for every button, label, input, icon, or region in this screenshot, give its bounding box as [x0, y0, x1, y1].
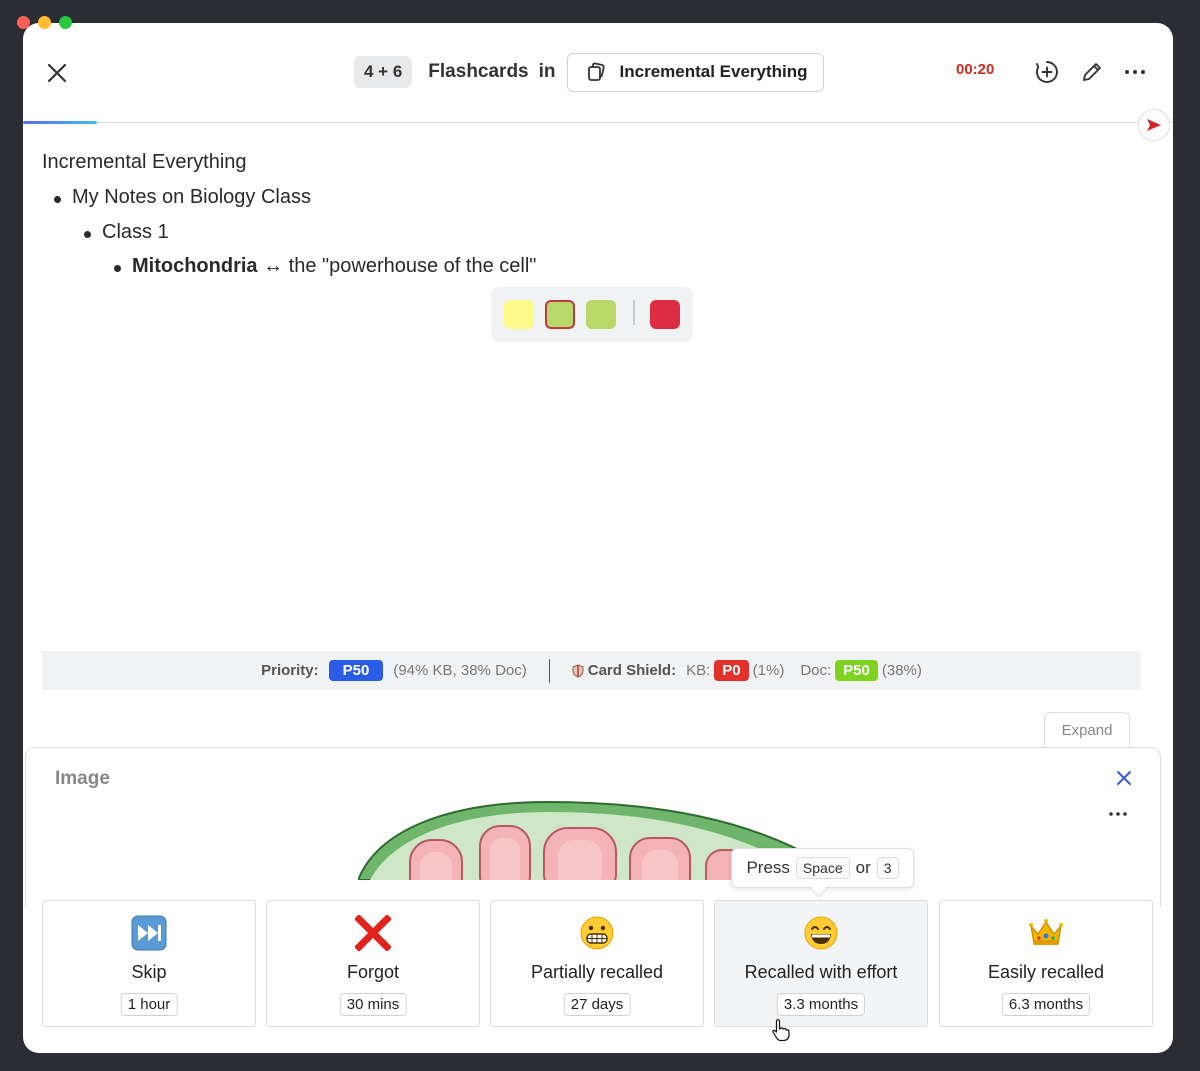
maximize-window-button[interactable]	[59, 16, 72, 29]
panel-more-icon[interactable]	[1108, 810, 1128, 818]
window-controls	[17, 16, 72, 29]
fast-forward-icon	[43, 913, 255, 953]
priority-badge[interactable]: P50	[328, 660, 384, 681]
card-front: Mitochondria	[132, 255, 258, 277]
image-panel: Image	[25, 747, 1161, 907]
grade-buttons: Skip 1 hour Forgot 30 mins Partially rec…	[42, 900, 1154, 1028]
copy-document-icon	[587, 62, 605, 81]
grimacing-face-icon	[491, 913, 703, 953]
kb-label: KB:	[686, 662, 711, 679]
close-window-button[interactable]	[17, 16, 30, 29]
kb-shield-badge: P0	[714, 660, 749, 681]
shield-icon	[572, 663, 584, 678]
expand-button[interactable]: Expand	[1044, 712, 1130, 748]
easily-recalled-button[interactable]: Easily recalled 6.3 months	[939, 900, 1153, 1027]
card-back: the "powerhouse of the cell"	[288, 255, 537, 277]
crown-icon	[940, 913, 1152, 953]
grade-interval: 6.3 months	[1001, 993, 1091, 1016]
grade-label: Recalled with effort	[744, 962, 898, 982]
keyboard-hint-tooltip: Press Space or 3	[731, 848, 914, 888]
grade-label: Easily recalled	[987, 962, 1105, 982]
more-options-icon[interactable]	[1122, 59, 1148, 85]
document-button[interactable]: Incremental Everything	[566, 52, 824, 92]
card-count-badge: 4 + 6	[354, 56, 413, 88]
minimize-window-button[interactable]	[38, 16, 51, 29]
priority-label: Priority:	[261, 662, 319, 679]
kb-shield-detail: (1%)	[752, 662, 785, 679]
root-document-title: Incremental Everything	[42, 151, 247, 173]
in-label: in	[538, 61, 556, 82]
doc-label: Doc:	[800, 662, 832, 679]
flashcards-label: Flashcards	[428, 61, 529, 82]
grade-interval: 1 hour	[120, 993, 178, 1016]
space-key: Space	[795, 857, 850, 879]
bullet-dot	[84, 231, 91, 238]
palette-divider	[633, 300, 635, 325]
progress-fill	[23, 121, 97, 124]
partially-recalled-button[interactable]: Partially recalled 27 days	[490, 900, 704, 1027]
forgot-button[interactable]: Forgot 30 mins	[266, 900, 480, 1027]
recalled-with-effort-button[interactable]: Recalled with effort 3.3 months	[714, 900, 928, 1027]
grade-label: Skip	[131, 962, 167, 982]
card-shield-label: Card Shield:	[587, 662, 677, 679]
hand-cursor-icon	[772, 1019, 790, 1042]
grinning-face-icon	[715, 913, 927, 953]
class-title: Class 1	[102, 221, 169, 243]
green-swatch-selected[interactable]	[545, 300, 575, 329]
queue-header: 4 + 6 Flashcards in Incremental Everythi…	[23, 23, 1173, 123]
three-key: 3	[876, 857, 899, 879]
highlight-palette	[491, 287, 693, 342]
bullet-dot	[114, 265, 121, 272]
flashcard-line: Mitochondria ↔ the "powerhouse of the ce…	[132, 255, 536, 278]
tooltip-or: or	[855, 858, 871, 877]
pencil-icon[interactable]	[1079, 59, 1105, 85]
divider	[548, 658, 550, 683]
grade-label: Partially recalled	[530, 962, 664, 982]
document-name: Incremental Everything	[619, 62, 808, 81]
add-circle-icon[interactable]	[1034, 59, 1060, 85]
skip-button[interactable]: Skip 1 hour	[42, 900, 256, 1027]
bidirectional-arrow: ↔	[263, 255, 284, 277]
queue-window: 4 + 6 Flashcards in Incremental Everythi…	[23, 23, 1173, 1053]
grade-interval: 27 days	[563, 993, 631, 1016]
yellow-swatch[interactable]	[504, 300, 534, 329]
cross-mark-icon	[267, 913, 479, 953]
grade-label: Forgot	[346, 962, 400, 982]
timer: 00:20	[956, 61, 995, 78]
queue-title: 4 + 6 Flashcards in Incremental Everythi…	[354, 52, 824, 92]
close-icon[interactable]	[45, 61, 69, 85]
flag-icon	[1147, 119, 1161, 131]
green-swatch[interactable]	[586, 300, 616, 329]
priority-bar: Priority: P50 (94% KB, 38% Doc) Card Shi…	[42, 651, 1141, 690]
panel-title: Image	[55, 768, 110, 789]
red-swatch[interactable]	[650, 300, 680, 329]
doc-shield-detail: (38%)	[881, 662, 922, 679]
parent-note-title: My Notes on Biology Class	[72, 186, 311, 208]
grade-interval: 3.3 months	[776, 993, 866, 1016]
bullet-dot	[54, 196, 61, 203]
grade-interval: 30 mins	[339, 993, 407, 1016]
progress-track	[23, 122, 1173, 123]
close-panel-icon[interactable]	[1115, 769, 1133, 787]
flag-button[interactable]	[1138, 109, 1170, 141]
tooltip-press: Press	[746, 858, 790, 877]
priority-detail: (94% KB, 38% Doc)	[393, 662, 527, 679]
doc-shield-badge: P50	[835, 660, 878, 681]
